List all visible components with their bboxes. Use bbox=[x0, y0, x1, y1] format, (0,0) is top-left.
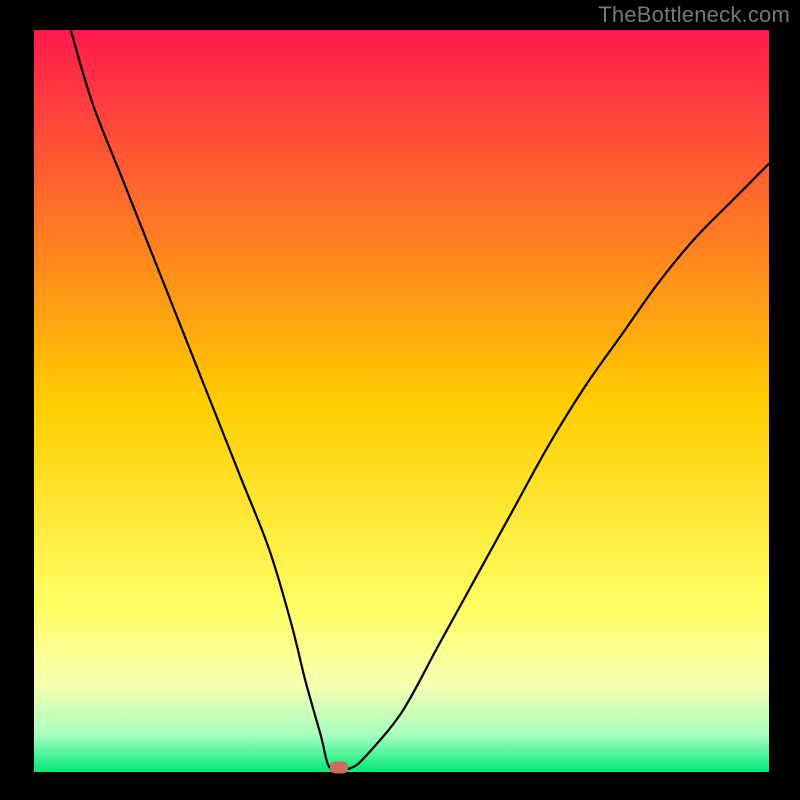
bottleneck-chart bbox=[0, 0, 800, 800]
chart-frame: TheBottleneck.com bbox=[0, 0, 800, 800]
plot-background bbox=[34, 30, 769, 772]
minimum-marker bbox=[330, 762, 348, 774]
